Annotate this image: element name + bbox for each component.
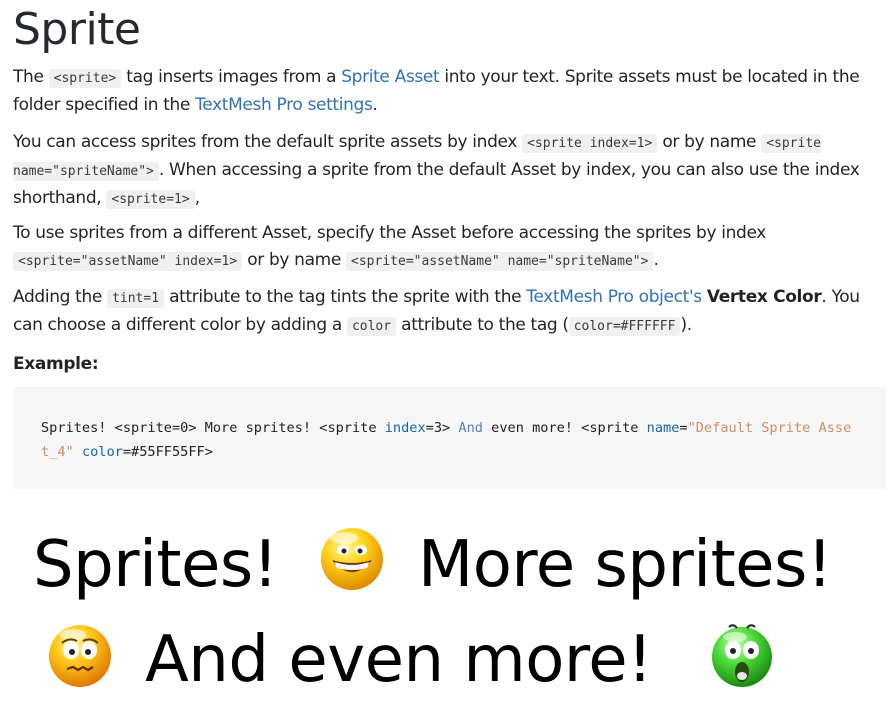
code-attr-index: index	[384, 420, 426, 436]
rendered-text-sprites: Sprites!	[33, 528, 278, 602]
example-label: Example:	[13, 354, 99, 374]
inline-code-tint: tint=1	[107, 289, 165, 308]
text: The	[13, 67, 49, 87]
code-attr-color: color	[81, 444, 123, 460]
intro-paragraph: The <sprite> tag inserts images from a S…	[13, 64, 883, 119]
textmesh-pro-object-link[interactable]: TextMesh Pro object's	[526, 287, 702, 307]
text: To use sprites from a different Asset, s…	[13, 223, 766, 243]
code-text: =3>	[425, 420, 459, 436]
code-text: even more! <sprite	[482, 420, 647, 436]
text: You can access sprites from the default …	[13, 132, 523, 152]
vertex-color-strong: Vertex Color	[706, 287, 822, 307]
code-text: Sprites! <sprite=0> More sprites! <sprit…	[41, 420, 385, 436]
inline-code-sprite-tag: <sprite>	[48, 69, 122, 88]
text: ,	[194, 188, 200, 208]
access-paragraph: You can access sprites from the default …	[13, 129, 883, 213]
inline-code-sprite-index: <sprite index=1>	[522, 134, 658, 153]
page-title: Sprite	[13, 4, 141, 55]
text: attribute to the tag tints the sprite wi…	[164, 287, 527, 307]
inline-code-asset-index: <sprite="assetName" index=1>	[13, 252, 243, 271]
text: attribute to the tag (	[396, 315, 569, 335]
documentation-page: Sprite The <sprite> tag inserts images f…	[0, 0, 895, 705]
example-code-block[interactable]: Sprites! <sprite=0> More sprites! <sprit…	[13, 387, 886, 489]
inline-code-color: color	[346, 317, 397, 336]
inline-code-sprite-shorthand: <sprite=1>	[106, 190, 195, 209]
textmesh-pro-settings-link[interactable]: TextMesh Pro settings	[195, 95, 373, 115]
rendered-text-more-sprites: More sprites!	[418, 528, 833, 602]
text: ).	[680, 315, 692, 335]
code-keyword-and: And	[458, 420, 483, 436]
code-text: =#55FF55FF>	[122, 444, 213, 460]
text: or by name	[242, 250, 347, 270]
rendered-line-2: And even more!	[145, 623, 653, 697]
text: .	[372, 95, 378, 115]
text: or by name	[657, 132, 762, 152]
code-text: =	[679, 420, 688, 436]
text: .	[653, 250, 659, 270]
tint-paragraph: Adding the tint=1 attribute to the tag t…	[13, 284, 883, 340]
inline-code-asset-name: <sprite="assetName" name="spriteName">	[346, 252, 654, 271]
grinning-face-emoji-icon	[321, 528, 383, 590]
nervous-face-emoji-icon	[49, 625, 111, 687]
different-asset-paragraph: To use sprites from a different Asset, s…	[13, 220, 883, 275]
shocked-face-emoji-green-icon	[712, 624, 772, 687]
sprite-asset-link[interactable]: Sprite Asset	[341, 67, 439, 87]
text: Adding the	[13, 287, 108, 307]
inline-code-color-value: color=#FFFFFF	[568, 317, 681, 336]
text: tag inserts images from a	[121, 67, 342, 87]
code-attr-name: name	[646, 420, 680, 436]
